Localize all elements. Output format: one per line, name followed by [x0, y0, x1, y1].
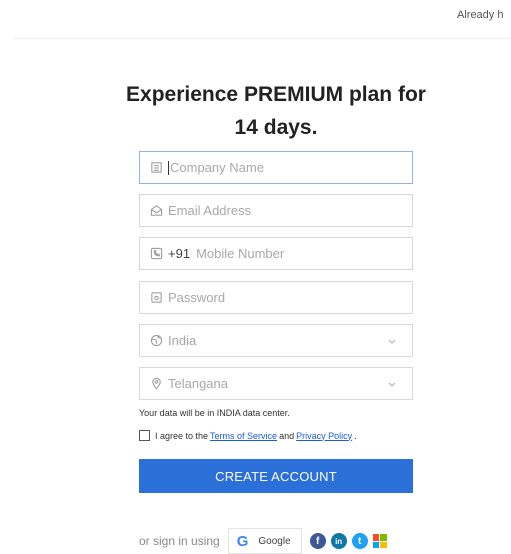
- twitter-icon[interactable]: t: [351, 533, 368, 549]
- agree-suffix: .: [354, 430, 357, 441]
- data-center-note: Your data will be in INDIA data center.: [139, 408, 290, 418]
- microsoft-icon[interactable]: [372, 534, 387, 548]
- country-select[interactable]: India: [139, 324, 413, 357]
- agree-prefix: I agree to the: [155, 430, 209, 441]
- password-input[interactable]: [168, 287, 398, 308]
- header-divider: [14, 38, 511, 39]
- privacy-policy-link[interactable]: Privacy Policy: [296, 431, 352, 441]
- chevron-down-icon: [388, 339, 396, 344]
- linkedin-icon[interactable]: in: [330, 533, 347, 549]
- already-have-account-link[interactable]: Already h: [457, 9, 503, 21]
- mobile-number-input[interactable]: [196, 243, 387, 264]
- text-cursor: [168, 160, 169, 175]
- email-input[interactable]: [168, 200, 398, 221]
- envelope-icon: [149, 204, 163, 218]
- country-value: India: [168, 333, 197, 348]
- password-field[interactable]: [139, 281, 413, 314]
- state-select[interactable]: Telangana: [139, 367, 413, 400]
- company-name-input[interactable]: [170, 157, 400, 178]
- terms-checkbox[interactable]: [139, 430, 150, 441]
- email-field[interactable]: [139, 194, 413, 227]
- state-value: Telangana: [168, 376, 228, 391]
- mobile-number-field[interactable]: +91: [139, 237, 413, 270]
- chevron-down-icon: [388, 382, 396, 387]
- country-code[interactable]: +91: [168, 246, 190, 261]
- globe-icon: [149, 334, 163, 348]
- terms-of-service-link[interactable]: Terms of Service: [210, 431, 277, 441]
- social-signin-prefix: or sign in using: [139, 534, 220, 548]
- page-title: Experience PREMIUM plan for 14 days.: [0, 78, 511, 144]
- agree-and: and: [279, 430, 295, 441]
- building-icon: [149, 161, 163, 175]
- page-title-line-1: Experience PREMIUM plan for: [126, 83, 426, 106]
- location-pin-icon: [149, 377, 163, 391]
- terms-agreement: I agree to the Terms of Service and Priv…: [139, 430, 357, 441]
- create-account-button[interactable]: CREATE ACCOUNT: [139, 459, 413, 493]
- google-icon: G: [236, 532, 249, 550]
- phone-icon: [149, 247, 163, 261]
- page-title-line-2: 14 days.: [234, 116, 318, 139]
- lock-icon: [149, 291, 163, 305]
- google-signin-button[interactable]: G Google: [227, 528, 302, 554]
- company-name-field[interactable]: [139, 151, 413, 184]
- google-label: Google: [258, 535, 291, 547]
- facebook-icon[interactable]: f: [309, 533, 326, 549]
- social-signin: or sign in using G Google f in t: [139, 528, 387, 554]
